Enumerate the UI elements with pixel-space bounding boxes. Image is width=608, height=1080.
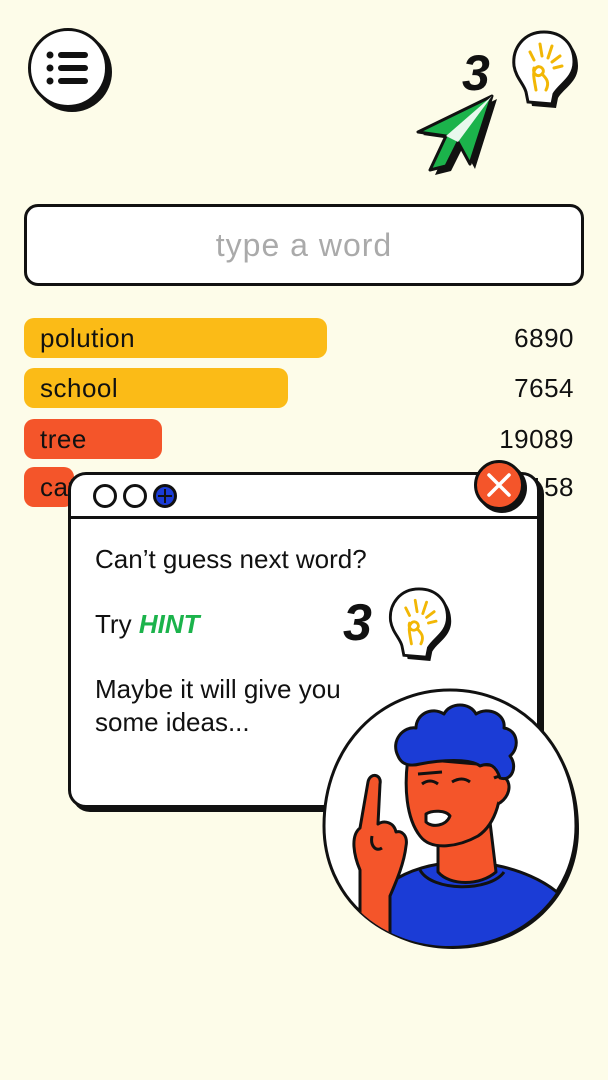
window-dot-plus-icon <box>153 483 177 508</box>
popup-question: Can’t guess next word? <box>95 544 367 574</box>
avatar-illustration <box>322 688 579 949</box>
word-input[interactable] <box>24 204 584 286</box>
popup-message-line2: some ideas... <box>95 707 250 737</box>
guess-row: school 7654 <box>24 368 574 408</box>
window-dot-icon <box>93 483 117 508</box>
window-dot-icon <box>123 483 147 508</box>
cursor-arrow-icon <box>416 94 497 175</box>
guess-word: tree <box>40 423 87 454</box>
popup-try-line: Try HINT <box>95 608 199 641</box>
guess-word-pill: tree <box>24 419 162 459</box>
guess-score: 7654 <box>514 372 574 403</box>
lightbulb-icon <box>389 587 452 661</box>
guess-word: school <box>40 372 119 403</box>
close-icon <box>487 473 511 497</box>
guess-score: 6890 <box>514 322 574 353</box>
close-button[interactable] <box>474 460 524 510</box>
guess-word: polution <box>40 322 136 353</box>
guess-word-pill: polution <box>24 318 327 358</box>
guess-word-pill: school <box>24 368 288 408</box>
try-label: Try <box>95 609 132 639</box>
popup-titlebar <box>71 475 537 519</box>
guess-word-pill: cat <box>24 467 76 507</box>
menu-button[interactable] <box>28 28 108 108</box>
guess-row: tree 19089 <box>24 419 574 459</box>
menu-icon <box>46 51 88 85</box>
hint-link[interactable]: HINT <box>139 609 200 639</box>
popup-message-line1: Maybe it will give you <box>95 674 341 704</box>
guess-score: 19089 <box>499 423 574 454</box>
lightbulb-icon <box>512 30 578 108</box>
guess-row: polution 6890 <box>24 318 574 358</box>
popup-hint-count: 3 <box>343 594 372 652</box>
